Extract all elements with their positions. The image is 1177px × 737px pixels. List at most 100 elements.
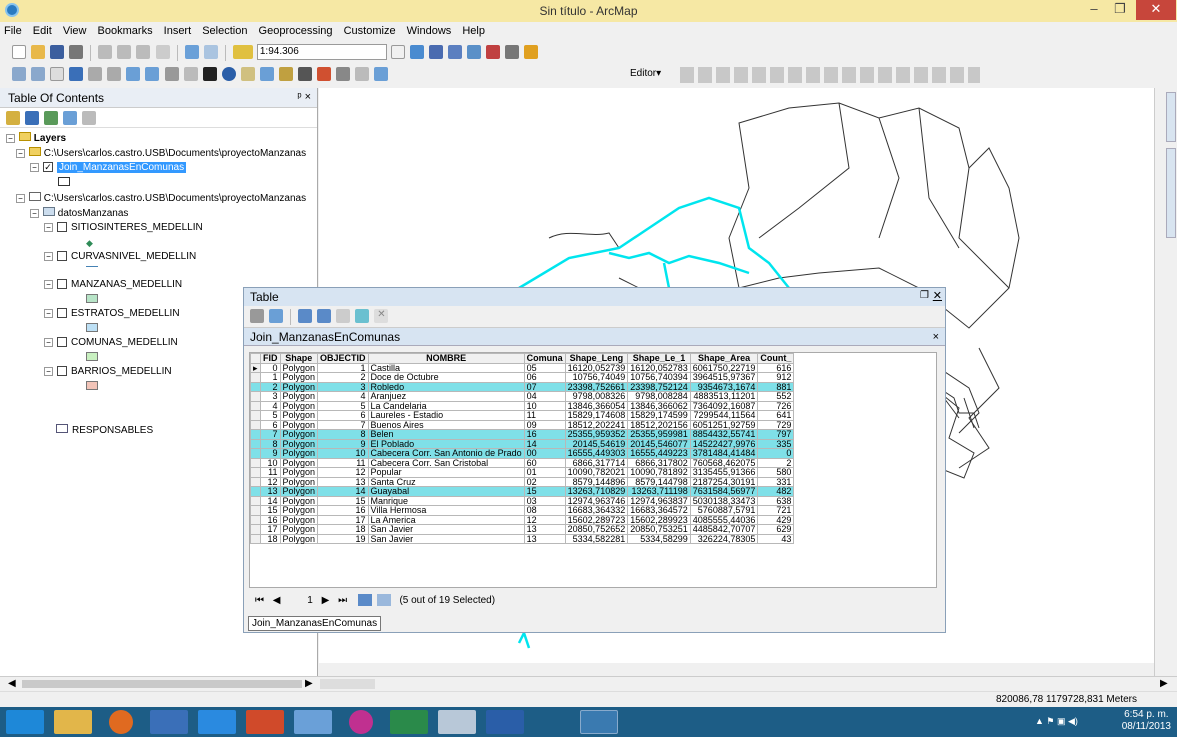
table-cell[interactable]: 797 [757,429,795,440]
table-cell[interactable]: 721 [757,505,795,516]
table-cell[interactable]: 580 [757,467,795,478]
table-cell[interactable]: 3781484,41484 [689,448,759,459]
layer-visibility-checkbox[interactable] [57,251,67,262]
paste-icon[interactable] [136,45,151,59]
table-cell[interactable]: 8854432,55741 [689,429,759,440]
collapse-icon[interactable]: − [44,366,53,376]
select-by-attributes-icon[interactable] [298,309,313,323]
row-selector[interactable] [250,419,261,430]
table-cell[interactable]: 14 [317,486,369,497]
table-row[interactable]: 3 Polygon 4 Aranjuez 04 9798,008326 9798,00828… [250,391,795,402]
table-row[interactable]: 18 Polygon 19 San Javier 13 5334,582281 5334,5… [250,533,795,544]
row-selector[interactable] [250,410,261,421]
forward-icon[interactable] [145,67,160,81]
toc-table-item[interactable]: RESPONSABLES [56,424,153,437]
table-cell[interactable]: Doce de Octubre [367,372,525,383]
table-cell[interactable]: 15 [260,505,281,516]
symbol-swatch[interactable] [86,294,98,303]
toc-layer[interactable]: − CURVASNIVEL_MEDELLIN [44,251,196,263]
row-selector[interactable] [250,448,261,459]
related-tables-icon[interactable] [269,309,284,323]
table-cell[interactable]: 12 [317,467,369,478]
table-options-icon[interactable] [250,309,264,323]
table-cell[interactable]: Polygon [279,486,319,497]
table-cell[interactable]: 4 [317,391,369,402]
list-by-selection-icon[interactable] [63,111,78,125]
table-cell[interactable]: 10090,782021 [564,467,629,478]
row-selector[interactable] [250,381,261,392]
table-cell[interactable]: 43 [757,533,795,544]
create-features-dock-tab[interactable] [1166,148,1176,238]
table-cell[interactable]: 7299544,11564 [689,410,759,421]
table-cell[interactable]: 9798,008326 [564,391,629,402]
pan-icon[interactable] [50,67,65,81]
map-scale-input[interactable]: 1:94.306 [256,44,387,60]
collapse-icon[interactable]: − [16,193,25,203]
menu-insert[interactable]: Insert [160,22,196,37]
table-cell[interactable]: 08 [523,505,566,516]
clear-selection-icon[interactable] [336,309,351,323]
polygon-symbol[interactable] [86,294,98,307]
go-to-xy-icon[interactable] [336,67,351,81]
menu-customize[interactable]: Customize [340,22,400,37]
table-cell[interactable]: 3 [260,391,281,402]
close-icon[interactable]: ✕ [933,289,942,302]
table-cell[interactable]: 16 [523,429,566,440]
map-vertical-scrollbar[interactable] [1154,88,1166,676]
layers-dataframe[interactable]: − Layers [6,132,66,145]
column-header[interactable]: NOMBRE [367,353,525,364]
column-header[interactable]: Shape [279,353,319,364]
hyperlink-icon[interactable] [240,67,255,81]
create-viewer-icon[interactable] [374,67,389,81]
table-cell[interactable]: 8 [317,429,369,440]
table-cell[interactable]: 15829,174599 [627,410,691,421]
clear-selection-icon[interactable] [183,67,198,81]
file-explorer-icon[interactable] [54,710,92,734]
row-selector[interactable] [250,438,261,449]
table-cell[interactable]: 629 [757,524,795,535]
table-cell[interactable]: 10090,781892 [627,467,691,478]
row-selector[interactable] [250,429,261,440]
table-cell[interactable]: 10 [317,448,369,459]
table-cell[interactable]: Guayabal [367,486,525,497]
table-cell[interactable]: Polygon [279,391,319,402]
row-selector[interactable] [250,476,261,487]
scroll-right-icon[interactable]: ▶ [305,678,313,689]
column-header[interactable]: FID [260,353,281,364]
tab-close-icon[interactable]: × [933,331,939,343]
python-window-icon[interactable] [505,45,520,59]
toc-dataset[interactable]: − datosManzanas [30,207,128,220]
menu-bookmarks[interactable]: Bookmarks [94,22,157,37]
table-cell[interactable]: 11 [523,410,566,421]
identify-icon[interactable] [221,67,236,81]
layer-visibility-checkbox[interactable] [57,222,67,233]
html-popup-icon[interactable] [259,67,274,81]
table-cell[interactable]: 2 [317,372,369,383]
symbol-swatch[interactable] [58,177,70,186]
measure-icon[interactable] [278,67,293,81]
table-cell[interactable]: Popular [367,467,525,478]
zoom-in-icon[interactable] [12,67,26,81]
table-cell[interactable]: Polygon [279,372,319,383]
layout-view-buttons[interactable] [320,679,375,689]
table-cell[interactable]: 13263,710829 [564,486,629,497]
lync-icon[interactable] [150,710,188,734]
undo-icon[interactable] [184,45,199,59]
table-cell[interactable]: 7631584,56977 [689,486,759,497]
toc-layer-join[interactable]: − ✓ Join_ManzanasEnComunas [30,162,187,174]
table-cell[interactable]: 5760887,5791 [689,505,759,516]
zoom-to-selected-icon[interactable] [355,309,370,323]
table-cell[interactable]: 9798,008284 [627,391,691,402]
new-document-icon[interactable] [12,45,26,59]
paint-icon[interactable] [294,710,332,734]
zoom-out-icon[interactable] [31,67,46,81]
row-selector[interactable] [250,514,261,525]
row-selector[interactable] [250,467,261,478]
layer-visibility-checkbox[interactable] [57,366,67,377]
menu-edit[interactable]: Edit [29,22,56,37]
point-symbol-icon[interactable]: ◆ [86,237,93,249]
firefox-icon[interactable] [109,710,133,734]
word-icon[interactable] [486,710,524,734]
table-cell[interactable]: 10756,740394 [627,372,691,383]
toc-workspace-2[interactable]: − C:\Users\carlos.castro.USB\Documents\p… [16,192,306,205]
